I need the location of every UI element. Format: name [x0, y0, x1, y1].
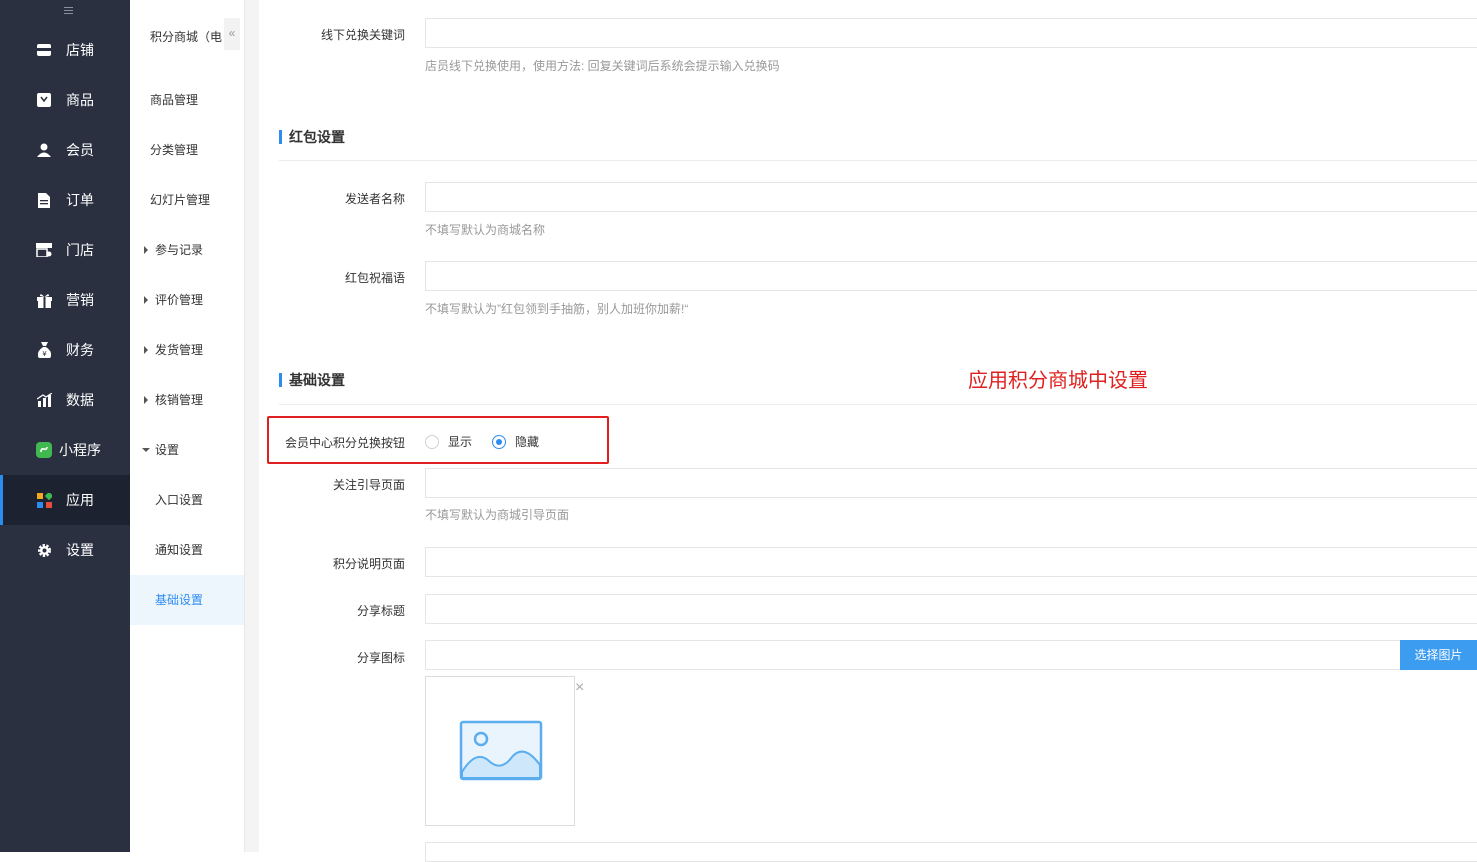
expand-arrow-icon	[144, 296, 148, 304]
expand-arrow-icon	[144, 396, 148, 404]
follow-page-input[interactable]	[425, 468, 1477, 498]
image-preview	[425, 676, 575, 826]
nav-item-data[interactable]: 数据	[0, 375, 130, 425]
redpacket-section-title: 红包设置	[279, 130, 345, 144]
subnav-label: 评价管理	[155, 293, 204, 307]
offline-keyword-label: 线下兑换关键词	[320, 28, 405, 42]
annotation-text: 应用积分商城中设置	[968, 370, 1148, 392]
share-title-label: 分享标题	[356, 604, 405, 618]
goods-icon	[36, 92, 52, 108]
section-divider	[279, 404, 1477, 405]
collapse-menu-icon[interactable]	[58, 3, 74, 17]
expand-arrow-icon	[144, 246, 148, 254]
basic-section-title: 基础设置	[279, 373, 345, 387]
member-icon	[36, 142, 52, 158]
nav-item-marketing[interactable]: 营销	[0, 275, 130, 325]
nav-label: 商品	[66, 92, 94, 108]
select-image-button[interactable]: 选择图片	[1400, 640, 1477, 670]
nav-item-store[interactable]: 店铺	[0, 25, 130, 75]
apps-icon	[36, 492, 52, 508]
subnav-label: 商品管理	[150, 93, 199, 107]
gift-icon	[36, 292, 52, 308]
collapse-arrow-icon	[142, 448, 150, 452]
section-divider	[279, 160, 1477, 161]
follow-page-label: 关注引导页面	[332, 478, 405, 492]
subnav-item-verify[interactable]: 核销管理	[130, 375, 244, 425]
subnav-label: 分类管理	[150, 143, 199, 157]
expand-arrow-icon	[144, 346, 148, 354]
sub-sidebar: 积分商城（电 « 商品管理 分类管理 幻灯片管理 参与记录 评价管理 发货管理 …	[130, 0, 245, 852]
subnav-label: 入口设置	[155, 493, 204, 507]
store-icon	[36, 42, 52, 58]
nav-item-settings[interactable]: 设置	[0, 525, 130, 575]
finance-icon: ¥	[36, 342, 52, 358]
nav-item-member[interactable]: 会员	[0, 125, 130, 175]
subnav-item-shipping[interactable]: 发货管理	[130, 325, 244, 375]
wish-input[interactable]	[425, 261, 1477, 291]
subnav-label: 参与记录	[155, 243, 204, 257]
nav-label: 数据	[66, 392, 94, 408]
wish-help: 不填写默认为”红包领到手抽筋，别人加班你加薪!“	[425, 302, 689, 316]
nav-item-goods[interactable]: 商品	[0, 75, 130, 125]
points-page-label: 积分说明页面	[332, 557, 405, 571]
offline-keyword-input[interactable]	[425, 18, 1477, 48]
nav-label: 财务	[66, 342, 94, 358]
nav-item-finance[interactable]: ¥ 财务	[0, 325, 130, 375]
nav-item-miniprogram[interactable]: 小程序	[0, 425, 130, 475]
subnav-label: 通知设置	[155, 543, 204, 557]
subnav-label: 基础设置	[155, 593, 204, 607]
subnav-label: 核销管理	[155, 393, 204, 407]
order-icon	[36, 192, 52, 208]
next-field-input[interactable]	[425, 842, 1477, 862]
wish-label: 红包祝福语	[344, 271, 405, 285]
subnav-item-category[interactable]: 分类管理	[130, 125, 244, 175]
nav-label: 店铺	[66, 42, 94, 58]
subnav-item-records[interactable]: 参与记录	[130, 225, 244, 275]
image-placeholder-icon	[459, 720, 543, 781]
subnav-label: 设置	[155, 443, 180, 457]
subnav-item-goods[interactable]: 商品管理	[130, 75, 244, 125]
nav-label: 应用	[66, 492, 94, 508]
share-icon-input[interactable]	[425, 640, 1401, 670]
nav-label: 门店	[66, 242, 94, 258]
annotation-highlight-box	[267, 416, 609, 464]
content-gutter	[245, 0, 259, 852]
share-title-input[interactable]	[425, 594, 1477, 624]
nav-label: 设置	[66, 542, 94, 558]
subnav-label: 发货管理	[155, 343, 204, 357]
nav-item-order[interactable]: 订单	[0, 175, 130, 225]
points-page-input[interactable]	[425, 547, 1477, 577]
sender-name-label: 发送者名称	[344, 192, 405, 206]
shop-icon	[36, 242, 52, 258]
sender-name-help: 不填写默认为商城名称	[425, 223, 546, 237]
remove-image-icon[interactable]: ×	[575, 680, 584, 696]
nav-item-apps[interactable]: 应用	[0, 475, 130, 525]
nav-label: 会员	[66, 142, 94, 158]
follow-page-help: 不填写默认为商城引导页面	[425, 508, 570, 522]
nav-label: 营销	[66, 292, 94, 308]
nav-item-shop[interactable]: 门店	[0, 225, 130, 275]
miniprogram-icon	[36, 442, 52, 458]
gear-icon	[36, 542, 52, 558]
nav-label: 小程序	[59, 442, 101, 458]
subnav-label: 幻灯片管理	[150, 193, 211, 207]
sender-name-input[interactable]	[425, 182, 1477, 212]
share-icon-label: 分享图标	[356, 651, 405, 665]
nav-label: 订单	[66, 192, 94, 208]
main-sidebar: 店铺 商品 会员 订单 门店 营销 ¥ 财务 数据 小程序 应用 设置	[0, 0, 130, 852]
svg-text:¥: ¥	[42, 350, 47, 358]
data-icon	[36, 392, 52, 408]
offline-keyword-help: 店员线下兑换使用，使用方法: 回复关键词后系统会提示输入兑换码	[425, 59, 780, 73]
